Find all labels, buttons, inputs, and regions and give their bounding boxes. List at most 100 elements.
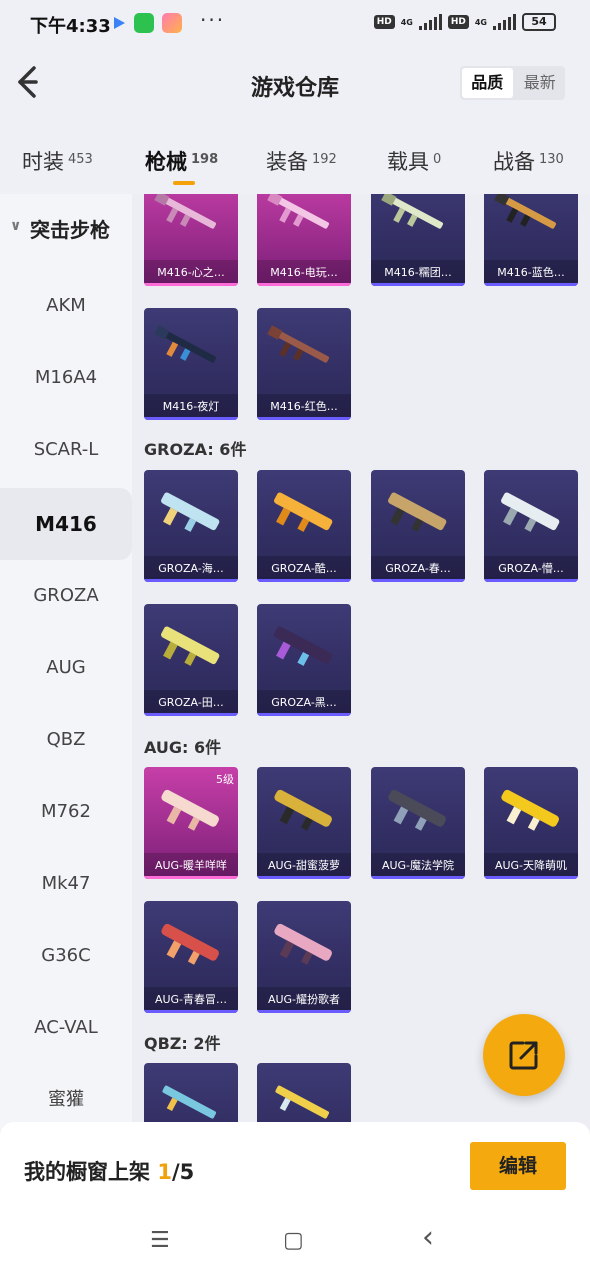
rarity-strip xyxy=(371,283,465,286)
tab-label: 装备 xyxy=(266,150,308,174)
top-header: 游戏仓库 品质 最新 xyxy=(0,48,590,122)
skin-card[interactable]: GROZA-田… xyxy=(144,604,238,716)
tab-count: 192 xyxy=(312,152,337,167)
sidebar-item-m16a4[interactable]: M16A4 xyxy=(0,342,132,414)
rifle-icon xyxy=(267,194,330,229)
rifle-icon xyxy=(274,492,333,532)
rarity-strip xyxy=(257,417,351,420)
back-icon[interactable]: ‹ xyxy=(422,1220,434,1255)
skin-card[interactable]: GROZA-黑… xyxy=(257,604,351,716)
rarity-strip xyxy=(144,713,238,716)
rifle-icon xyxy=(494,194,557,229)
chevron-down-icon: ∨ xyxy=(10,218,22,234)
skin-card[interactable]: GROZA-海… xyxy=(144,470,238,582)
tab-count: 198 xyxy=(191,152,219,167)
sidebar-item-mk47[interactable]: Mk47 xyxy=(0,848,132,920)
skin-card[interactable]: AUG-青春冒… xyxy=(144,901,238,1013)
sort-latest-button[interactable]: 最新 xyxy=(515,66,566,100)
signal-icon xyxy=(493,14,516,30)
skin-card[interactable]: M416-红色… xyxy=(257,308,351,420)
status-more-dots: ··· xyxy=(200,8,226,32)
menu-icon[interactable]: ☰ xyxy=(150,1228,170,1253)
skin-card[interactable]: GROZA-酷… xyxy=(257,470,351,582)
rarity-strip xyxy=(484,283,578,286)
sidebar-item-akm[interactable]: AKM xyxy=(0,270,132,342)
sidebar-item-aug[interactable]: AUG xyxy=(0,632,132,704)
sidebar-item-m762[interactable]: M762 xyxy=(0,776,132,848)
rifle-icon xyxy=(381,194,444,229)
skin-card[interactable] xyxy=(144,1063,238,1130)
skin-card[interactable]: AUG-魔法学院 xyxy=(371,767,465,879)
tab-equipment[interactable]: 装备 192 xyxy=(266,146,337,176)
tab-vehicles[interactable]: 载具 0 xyxy=(387,146,441,176)
rarity-strip xyxy=(144,283,238,286)
rarity-strip xyxy=(257,876,351,879)
network-label: 4G xyxy=(400,17,413,27)
rifle-icon xyxy=(154,194,217,229)
skin-card[interactable]: GROZA-懵… xyxy=(484,470,578,582)
status-app-icons xyxy=(112,13,182,33)
skin-card[interactable]: M416-夜灯 xyxy=(144,308,238,420)
tab-label: 枪械 xyxy=(145,150,187,174)
skin-card[interactable]: 5级 AUG-暖羊咩咩 xyxy=(144,767,238,879)
skin-grid: M416-心之… M416-电玩… M416-糯团… M416-蓝色… M416… xyxy=(132,194,590,1130)
category-tabs: 时装 453 枪械 198 装备 192 载具 0 战备 130 xyxy=(0,122,590,194)
skin-card[interactable]: M416-电玩… xyxy=(257,194,351,286)
tab-combat-gear[interactable]: 战备 130 xyxy=(493,146,564,176)
skin-card[interactable]: AUG-天降萌叽 xyxy=(484,767,578,879)
rarity-strip xyxy=(257,579,351,582)
showcase-bar: 我的橱窗上架 1/5 编辑 xyxy=(0,1122,590,1216)
home-icon[interactable]: ▢ xyxy=(283,1228,304,1253)
rifle-icon xyxy=(388,789,446,831)
rarity-strip xyxy=(257,283,351,286)
rifle-icon xyxy=(267,325,330,363)
skin-card[interactable]: M416-蓝色… xyxy=(484,194,578,286)
section-header-aug: AUG: 6件 xyxy=(144,738,222,757)
rifle-icon xyxy=(501,492,560,532)
hd-badge: HD xyxy=(373,15,395,29)
sidebar-group-label: 突击步枪 xyxy=(30,218,110,242)
rifle-icon xyxy=(161,492,220,532)
skin-card[interactable] xyxy=(257,1063,351,1130)
sidebar-group-assault-rifles[interactable]: ∨ 突击步枪 xyxy=(0,214,132,254)
sidebar-item-groza[interactable]: GROZA xyxy=(0,560,132,632)
tab-label: 时装 xyxy=(22,150,64,174)
play-icon xyxy=(114,17,125,29)
system-nav-bar: ☰ ▢ ‹ xyxy=(0,1216,590,1280)
hd-badge: HD xyxy=(447,15,469,29)
skin-card[interactable]: GROZA-春… xyxy=(371,470,465,582)
sidebar-item-scar-l[interactable]: SCAR-L xyxy=(0,414,132,486)
skin-card[interactable]: M416-心之… xyxy=(144,194,238,286)
weapon-sidebar: ∨ 突击步枪 AKM M16A4 SCAR-L M416 GROZA AUG Q… xyxy=(0,194,132,1130)
status-indicators: HD 4G HD 4G 54 xyxy=(373,13,556,31)
sort-quality-button[interactable]: 品质 xyxy=(462,68,513,98)
rarity-strip xyxy=(484,579,578,582)
rifle-icon xyxy=(274,626,333,666)
wechat-icon xyxy=(134,13,154,33)
rarity-strip xyxy=(144,579,238,582)
skin-card[interactable]: M416-糯团… xyxy=(371,194,465,286)
tab-count: 130 xyxy=(539,152,564,167)
rarity-strip xyxy=(371,579,465,582)
skin-card[interactable]: AUG-耀扮歌者 xyxy=(257,901,351,1013)
share-icon xyxy=(509,1041,538,1070)
edit-button[interactable]: 编辑 xyxy=(470,1142,566,1190)
sidebar-item-honey-badger[interactable]: 蜜獾 xyxy=(0,1064,132,1130)
tab-label: 载具 xyxy=(387,150,429,174)
network-label: 4G xyxy=(474,17,487,27)
rifle-icon xyxy=(154,325,217,363)
showcase-label: 我的橱窗上架 xyxy=(24,1160,158,1184)
sidebar-item-ac-val[interactable]: AC-VAL xyxy=(0,992,132,1064)
sort-toggle: 品质 最新 xyxy=(460,66,565,100)
sidebar-item-qbz[interactable]: QBZ xyxy=(0,704,132,776)
rarity-strip xyxy=(144,417,238,420)
rarity-strip xyxy=(371,876,465,879)
tab-fashion[interactable]: 时装 453 xyxy=(22,146,93,176)
skin-card[interactable]: AUG-甜蜜菠萝 xyxy=(257,767,351,879)
rifle-icon xyxy=(161,789,219,831)
sidebar-item-m416[interactable]: M416 xyxy=(0,488,132,560)
share-button[interactable] xyxy=(483,1014,565,1096)
section-header-groza: GROZA: 6件 xyxy=(144,440,247,459)
tab-firearms[interactable]: 枪械 198 xyxy=(145,146,219,185)
sidebar-item-g36c[interactable]: G36C xyxy=(0,920,132,992)
